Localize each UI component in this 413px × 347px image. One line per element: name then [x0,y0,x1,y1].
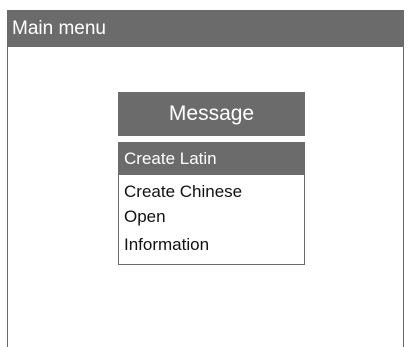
menu-header: Message [118,92,305,136]
window-title: Main menu [12,18,106,39]
menu-item-information[interactable]: Information [119,231,304,258]
title-bar: Main menu [8,10,403,47]
menu-item-create-latin[interactable]: Create Latin [119,143,304,175]
screen: Main menu Message Create Latin Create Ch… [7,10,404,347]
menu-list: Create Latin Create Chinese Open Informa… [118,142,305,265]
menu-item-create-chinese[interactable]: Create Chinese [119,178,304,205]
menu-item-open[interactable]: Open [119,203,304,230]
